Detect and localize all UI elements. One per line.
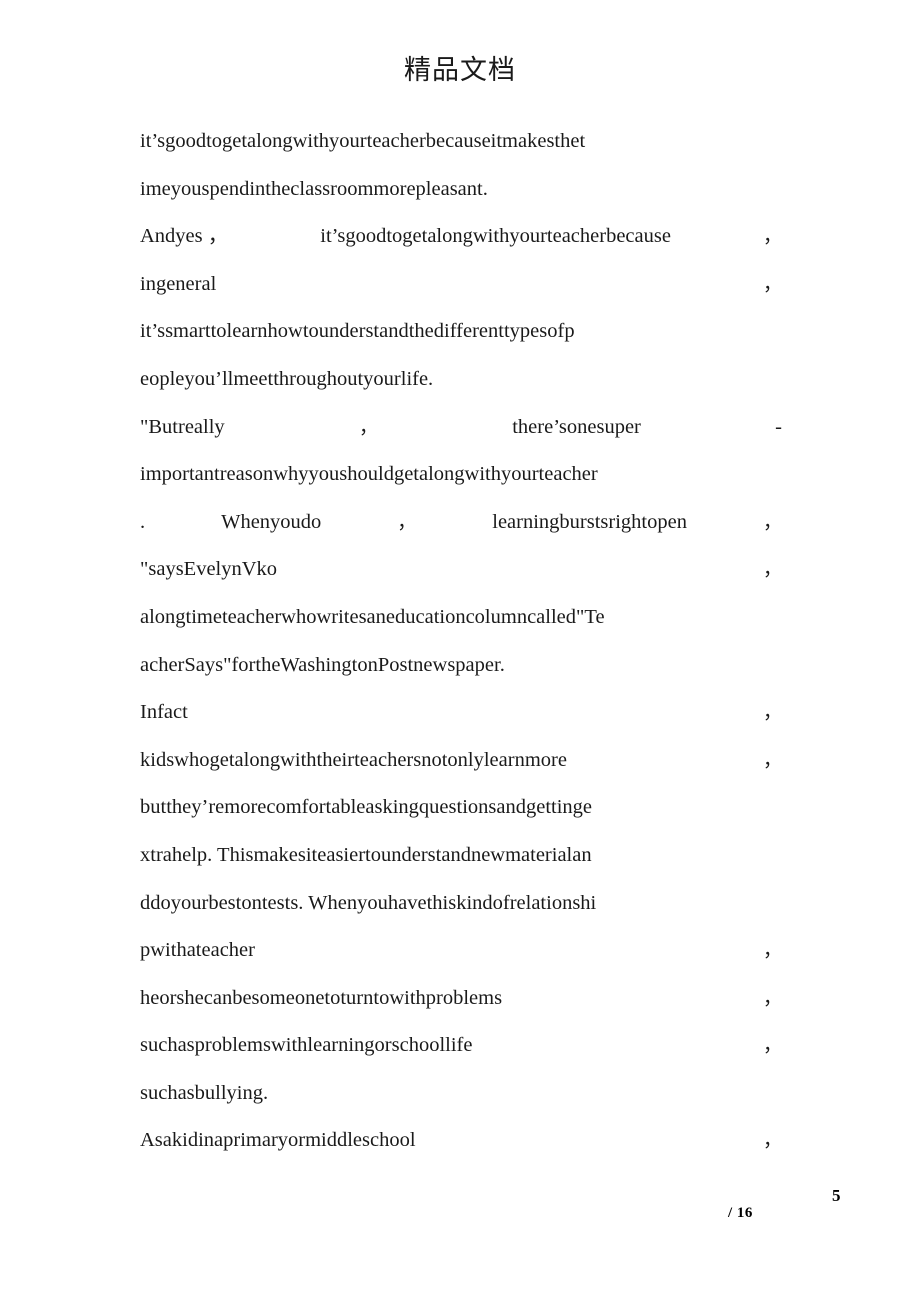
- text-line: alongtimeteacherwhowritesaneducationcolu…: [140, 605, 605, 628]
- text-line: pwithateacher ，: [140, 927, 782, 975]
- text-line: importantreasonwhyyoushouldgetalongwithy…: [140, 463, 598, 486]
- fullwidth-comma: ，: [762, 272, 782, 295]
- text-run: .: [140, 510, 146, 533]
- text-run: Infact: [140, 701, 188, 724]
- text-run: there’sonesuper: [512, 415, 641, 438]
- text-line: kidswhogetalongwiththeirteachersnotonlyl…: [140, 737, 782, 785]
- fullwidth-comma: ，: [762, 939, 782, 962]
- text-line: "Butreally ， there’sonesuper -: [140, 404, 782, 452]
- text-line: it’sgoodtogetalongwithyourteacherbecause…: [140, 130, 586, 152]
- text-run: pwithateacher: [140, 939, 255, 962]
- text-run: Whenyoudo: [221, 510, 322, 533]
- text-run: Asakidinaprimaryormiddleschool: [140, 1129, 416, 1152]
- fullwidth-comma: ，: [762, 558, 782, 581]
- text-run: Andyes ，: [140, 225, 229, 248]
- fullwidth-comma: ，: [762, 1129, 782, 1152]
- text-line: imeyouspendintheclassroommorepleasant.: [140, 177, 488, 200]
- text-run: it’sgoodtogetalongwithyourteacherbecause: [320, 225, 671, 248]
- text-run: learningburstsrightopen: [492, 510, 687, 533]
- fullwidth-comma: ，: [397, 510, 417, 533]
- text-line: "saysEvelynVko ，: [140, 546, 782, 594]
- fullwidth-comma: ，: [762, 701, 782, 724]
- text-line: xtrahelp. Thismakesiteasiertounderstandn…: [140, 843, 592, 866]
- text-line: Infact ，: [140, 689, 782, 737]
- text-line: acherSays"fortheWashingtonPostnewspaper.: [140, 653, 505, 676]
- text-run: ingeneral: [140, 272, 217, 295]
- text-line: heorshecanbesomeonetoturntowithproblems ，: [140, 975, 782, 1023]
- fullwidth-comma: ，: [358, 415, 378, 438]
- page-header-watermark: 精品文档: [404, 55, 516, 86]
- document-body: it’sgoodtogetalongwithyourteacherbecause…: [140, 118, 782, 1165]
- fullwidth-comma: ，: [762, 1034, 782, 1057]
- text-run: suchasproblemswithlearningorschoollife: [140, 1034, 473, 1057]
- fullwidth-comma: ，: [762, 225, 782, 248]
- text-line: Asakidinaprimaryormiddleschool ，: [140, 1117, 782, 1165]
- text-line: ingeneral ，: [140, 261, 782, 309]
- text-line: butthey’remorecomfortableaskingquestions…: [140, 796, 593, 819]
- document-page: 精品文档 it’sgoodtogetalongwithyourteacherbe…: [0, 0, 920, 1302]
- line-end-hyphen: -: [775, 415, 782, 438]
- text-line: ddoyourbestontests. Whenyouhavethiskindo…: [140, 891, 597, 914]
- text-line: Andyes ， it’sgoodtogetalongwithyourteache…: [140, 213, 782, 261]
- fullwidth-comma: ，: [762, 748, 782, 771]
- text-run: "Butreally: [140, 415, 225, 438]
- text-line: suchasproblemswithlearningorschoollife ，: [140, 1022, 782, 1070]
- current-page-number: 5: [832, 1186, 841, 1205]
- text-line: it’ssmarttolearnhowtounderstandthediffer…: [140, 320, 575, 343]
- text-line: suchasbullying.: [140, 1081, 269, 1104]
- total-page-count: / 16: [728, 1205, 753, 1221]
- text-run: kidswhogetalongwiththeirteachersnotonlyl…: [140, 748, 567, 771]
- fullwidth-comma: ，: [762, 510, 782, 533]
- text-run: "saysEvelynVko: [140, 558, 278, 581]
- text-line: . Whenyoudo ， learningburstsrightopen ，: [140, 499, 782, 547]
- text-run: heorshecanbesomeonetoturntowithproblems: [140, 986, 503, 1009]
- text-line: eopleyou’llmeetthroughoutyourlife.: [140, 367, 434, 390]
- fullwidth-comma: ，: [762, 986, 782, 1009]
